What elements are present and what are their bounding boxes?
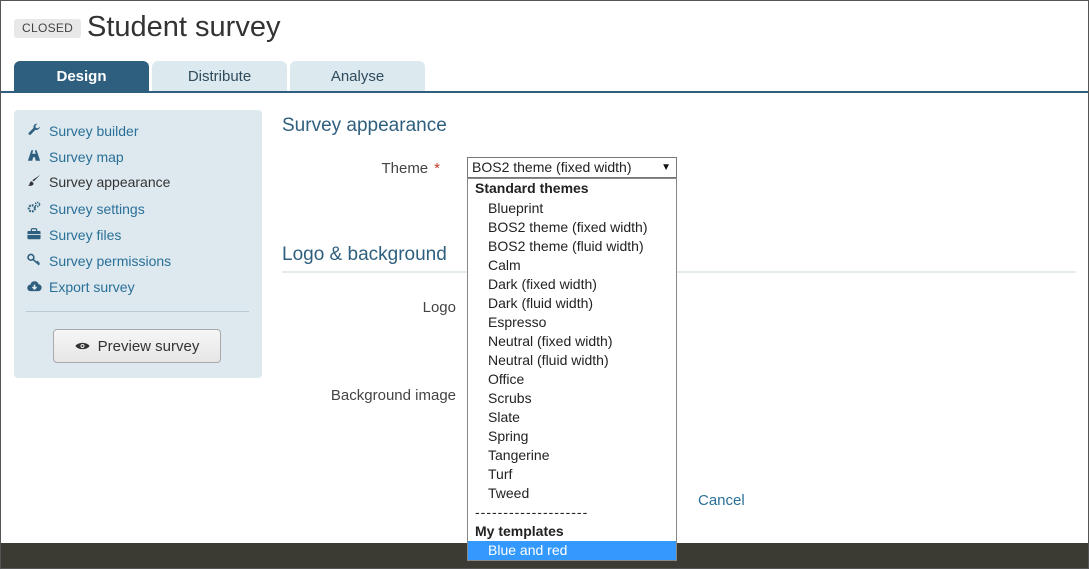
wrench-icon [26,121,42,143]
tab-design[interactable]: Design [14,61,149,92]
theme-option-dark-fixed[interactable]: Dark (fixed width) [468,275,676,294]
background-image-label: Background image [330,387,456,404]
theme-option-bos2-fixed[interactable]: BOS2 theme (fixed width) [468,218,676,237]
sidebar-item-survey-map[interactable]: Survey map [26,146,124,168]
sidebar-item-survey-builder[interactable]: Survey builder [26,120,139,142]
theme-dropdown-list: Standard themes Blueprint BOS2 theme (fi… [467,178,677,561]
page-title: Student survey [87,11,281,43]
option-separator: -------------------- [475,504,589,520]
option-group-my-templates: My templates [475,523,564,539]
map-icon [26,147,42,169]
theme-option-dark-fluid[interactable]: Dark (fluid width) [468,294,676,313]
sidebar-item-survey-appearance[interactable]: Survey appearance [26,171,170,193]
briefcase-icon [26,225,42,247]
theme-option-tangerine[interactable]: Tangerine [468,446,676,465]
sidebar-item-label: Survey builder [49,123,139,139]
theme-select[interactable]: BOS2 theme (fixed width) ▼ [467,157,677,178]
section-title-appearance: Survey appearance [282,115,447,136]
sidebar-item-survey-files[interactable]: Survey files [26,224,121,246]
app-window: CLOSED Student survey Design Distribute … [0,0,1089,569]
theme-option-espresso[interactable]: Espresso [468,313,676,332]
theme-option-office[interactable]: Office [468,370,676,389]
gears-icon [26,199,42,221]
sidebar-item-label: Survey settings [49,201,145,217]
sidebar-item-label: Survey map [49,149,124,165]
sidebar-divider [26,311,249,312]
theme-option-spring[interactable]: Spring [468,427,676,446]
theme-option-tweed[interactable]: Tweed [468,484,676,503]
theme-label: Theme * [341,160,440,177]
sidebar-item-survey-settings[interactable]: Survey settings [26,198,145,220]
theme-option-calm[interactable]: Calm [468,256,676,275]
option-group-standard-themes: Standard themes [475,180,589,196]
theme-option-blueprint[interactable]: Blueprint [468,199,676,218]
sidebar-item-survey-permissions[interactable]: Survey permissions [26,250,171,272]
sidebar-item-label: Survey files [49,227,122,243]
dropdown-arrow-icon: ▼ [661,162,671,173]
brush-icon [26,172,42,194]
preview-survey-button[interactable]: Preview survey [53,329,221,363]
theme-option-neutral-fixed[interactable]: Neutral (fixed width) [468,332,676,351]
preview-survey-label: Preview survey [97,338,200,355]
section-title-logo-background: Logo & background [282,244,447,265]
theme-option-neutral-fluid[interactable]: Neutral (fluid width) [468,351,676,370]
theme-option-scrubs[interactable]: Scrubs [468,389,676,408]
cloud-download-icon [26,277,42,299]
eye-icon [75,330,90,364]
tab-analyse[interactable]: Analyse [290,61,425,92]
sidebar-item-label: Survey permissions [49,253,172,269]
tab-distribute[interactable]: Distribute [152,61,287,92]
sidebar-item-label: Survey appearance [49,174,171,190]
key-icon [26,251,42,273]
sidebar-item-label: Export survey [49,279,135,295]
theme-option-turf[interactable]: Turf [468,465,676,484]
theme-option-slate[interactable]: Slate [468,408,676,427]
theme-label-text: Theme [381,160,429,177]
theme-select-value: BOS2 theme (fixed width) [472,159,632,175]
required-mark: * [434,160,440,177]
status-badge: CLOSED [14,19,82,38]
theme-option-bos2-fluid[interactable]: BOS2 theme (fluid width) [468,237,676,256]
logo-label: Logo [422,299,456,316]
sidebar: Survey builder Survey map Survey appeara… [14,110,262,378]
sidebar-item-export-survey[interactable]: Export survey [26,276,135,298]
section-divider [282,271,1076,273]
cancel-link[interactable]: Cancel [698,492,745,509]
tab-divider [1,91,1088,93]
template-option-blue-and-red[interactable]: Blue and red [468,541,676,560]
